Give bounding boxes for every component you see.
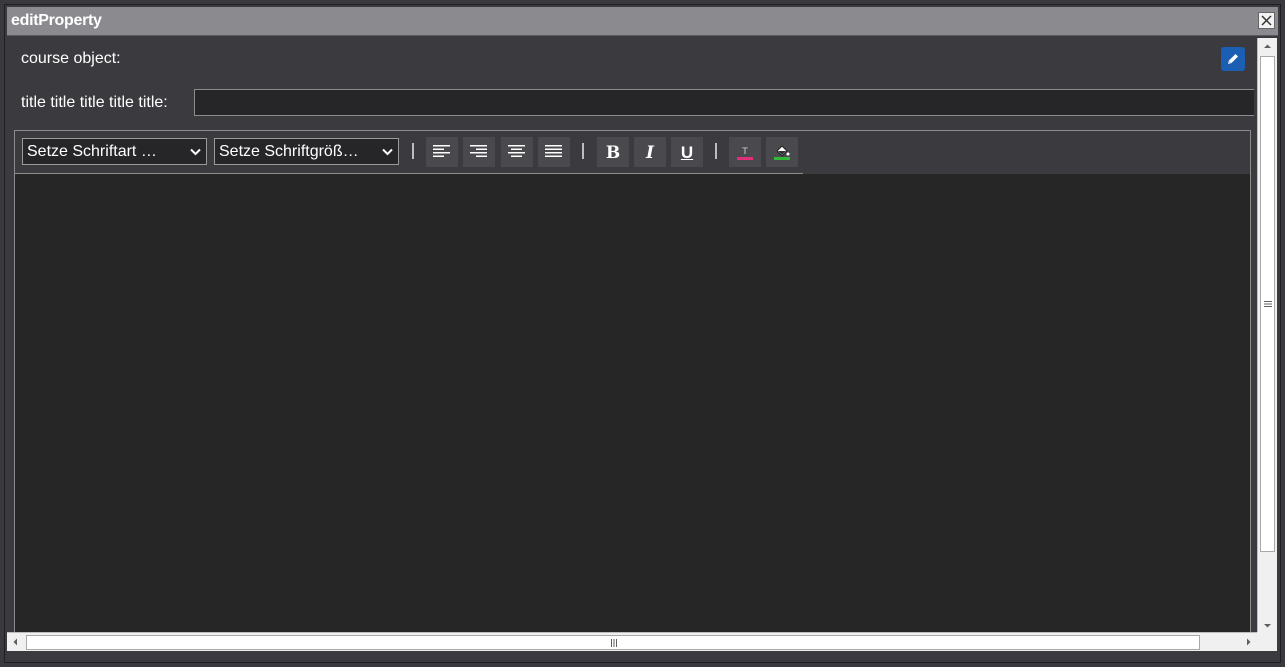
grip-icon — [1264, 301, 1272, 307]
font-size-select[interactable]: Setze Schriftgröß… — [214, 138, 399, 165]
svg-text:T: T — [741, 147, 748, 157]
align-left-icon — [433, 145, 450, 157]
editor-content-area[interactable] — [15, 174, 1250, 632]
text-color-button[interactable]: T — [729, 137, 761, 167]
font-family-select-value: Setze Schriftart … — [27, 143, 157, 160]
bold-icon: B — [605, 143, 621, 163]
dialog-titlebar[interactable]: editProperty — [7, 7, 1278, 36]
align-justify-icon — [545, 145, 562, 157]
scrollbar-corner — [1257, 632, 1277, 651]
font-family-select[interactable]: Setze Schriftart … — [22, 138, 207, 165]
align-right-icon — [470, 145, 487, 157]
horizontal-scrollbar[interactable] — [7, 632, 1257, 651]
pencil-icon — [1228, 54, 1238, 64]
arrow-right-icon — [1247, 638, 1251, 646]
align-right-button[interactable] — [463, 137, 495, 167]
dialog-content: course object: title title title title t… — [7, 36, 1254, 632]
toolbar-separator — [715, 143, 717, 159]
horizontal-scroll-thumb[interactable] — [26, 635, 1200, 650]
bold-button[interactable]: B — [597, 137, 629, 167]
title-label: title title title title title: — [21, 94, 168, 111]
font-size-select-value: Setze Schriftgröß… — [219, 143, 359, 160]
italic-button[interactable]: I — [634, 137, 666, 167]
rich-text-editor: Setze Schriftart … Setze Schriftgröß… B … — [14, 130, 1251, 632]
vertical-scroll-thumb[interactable] — [1260, 56, 1275, 552]
chevron-down-icon — [382, 148, 393, 156]
align-center-button[interactable] — [501, 137, 533, 167]
edit-property-dialog: editProperty course object: title title … — [4, 4, 1281, 663]
arrow-left-icon — [13, 638, 17, 646]
edit-course-object-button[interactable] — [1221, 47, 1245, 71]
title-input[interactable] — [194, 89, 1254, 116]
scroll-right-button[interactable] — [1240, 633, 1257, 651]
align-justify-button[interactable] — [538, 137, 570, 167]
dialog-title: editProperty — [11, 12, 102, 29]
italic-icon: I — [646, 143, 654, 163]
close-button[interactable] — [1258, 12, 1275, 29]
grip-icon — [611, 639, 617, 647]
vertical-scrollbar[interactable] — [1257, 38, 1277, 634]
arrow-up-icon — [1264, 44, 1271, 48]
close-icon — [1261, 15, 1272, 26]
underline-button[interactable]: U — [671, 137, 703, 167]
align-left-button[interactable] — [426, 137, 458, 167]
toolbar-separator — [582, 143, 584, 159]
scroll-left-button[interactable] — [7, 633, 24, 651]
background-color-button[interactable] — [766, 137, 798, 167]
scroll-up-button[interactable] — [1258, 38, 1277, 55]
toolbar-separator — [412, 143, 414, 159]
align-center-icon — [508, 145, 525, 157]
underline-icon: U — [680, 143, 694, 162]
editor-toolbar: Setze Schriftart … Setze Schriftgröß… B … — [15, 131, 1250, 174]
course-object-label: course object: — [21, 50, 121, 67]
paint-bucket-icon — [774, 145, 790, 160]
text-color-icon: T — [737, 147, 753, 160]
chevron-down-icon — [190, 148, 201, 156]
